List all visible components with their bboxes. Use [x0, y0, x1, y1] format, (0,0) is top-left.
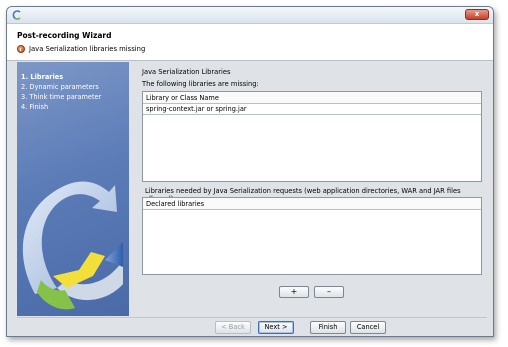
step-libraries: 1. Libraries: [21, 73, 64, 81]
section-title: Java Serialization Libraries: [142, 68, 231, 76]
step-dynamic-parameters: 2. Dynamic parameters: [21, 83, 99, 91]
declared-libraries-table[interactable]: Declared libraries: [142, 197, 482, 275]
column-header-library[interactable]: Library or Class Name: [143, 92, 481, 104]
back-button[interactable]: < Back: [215, 321, 251, 334]
warning-message: Java Serialization libraries missing: [29, 45, 146, 53]
wizard-header: Post-recording Wizard Java Serialization…: [7, 24, 493, 61]
step-finish: 4. Finish: [21, 103, 49, 111]
table-row[interactable]: spring-context.jar or spring.jar: [143, 104, 481, 115]
remove-library-button[interactable]: –: [314, 286, 344, 298]
missing-libraries-label: The following libraries are missing:: [142, 80, 259, 88]
cancel-button[interactable]: Cancel: [350, 321, 386, 334]
step-think-time-parameter: 3. Think time parameter: [21, 93, 102, 101]
error-icon: [17, 45, 25, 53]
missing-libraries-table[interactable]: Library or Class Name spring-context.jar…: [142, 91, 482, 182]
page-title: Post-recording Wizard: [17, 31, 112, 40]
add-library-button[interactable]: +: [279, 286, 309, 298]
app-icon: [12, 10, 21, 20]
finish-button[interactable]: Finish: [310, 321, 346, 334]
footer-divider: [17, 317, 487, 318]
column-header-declared[interactable]: Declared libraries: [143, 198, 481, 210]
close-button[interactable]: x: [465, 9, 489, 20]
wizard-window: x Post-recording Wizard Java Serializati…: [6, 6, 494, 337]
steps-sidebar: 1. Libraries 2. Dynamic parameters 3. Th…: [17, 62, 129, 316]
title-bar[interactable]: x: [7, 7, 493, 24]
next-button[interactable]: Next >: [258, 321, 294, 334]
